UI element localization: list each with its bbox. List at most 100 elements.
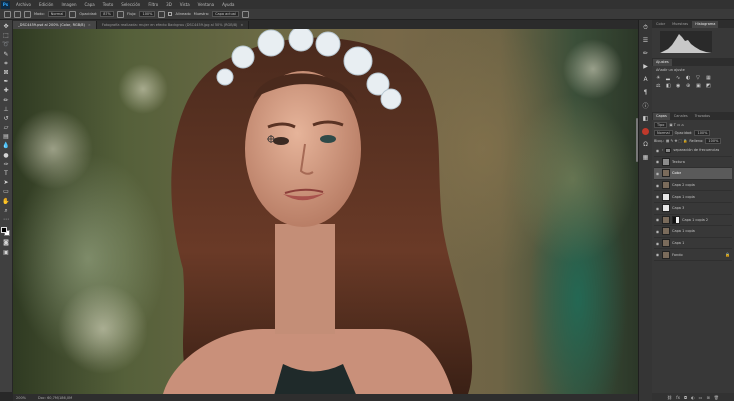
levels-icon[interactable]: ▂ — [666, 76, 671, 81]
document-canvas[interactable] — [13, 29, 638, 394]
swatches-panel-icon[interactable]: ▦ — [642, 154, 649, 161]
layer-row-background[interactable]: ◉ Fondo 🔒 — [654, 249, 732, 261]
fill-field[interactable]: 100% — [705, 138, 722, 144]
layer-row-selected[interactable]: ◉ Color — [654, 168, 732, 180]
visibility-eye-icon[interactable]: ◉ — [655, 252, 660, 257]
layer-row-group[interactable]: ◉ › separación de frecuencias — [654, 145, 732, 157]
menu-ventana[interactable]: Ventana — [194, 2, 218, 7]
lock-icons[interactable]: ▦ ✎ ✥ ⬚ 🔒 — [666, 139, 687, 143]
quick-mask-icon[interactable]: ◙ — [3, 239, 10, 246]
layer-row[interactable]: ◉ Capa 1 copia 2 — [654, 215, 732, 227]
aligned-checkbox[interactable] — [168, 12, 173, 16]
tab-color[interactable]: Color — [653, 21, 668, 28]
properties-panel-icon[interactable]: ☰ — [642, 37, 649, 44]
visibility-eye-icon[interactable]: ◉ — [655, 206, 660, 211]
healing-brush-tool-icon[interactable]: ✚ — [3, 87, 10, 94]
tab-ajustes[interactable]: Ajustes — [653, 58, 672, 66]
screen-mode-icon[interactable]: ▣ — [3, 249, 10, 256]
clone-stamp-preset-icon[interactable] — [4, 10, 11, 18]
menu-ayuda[interactable]: Ayuda — [218, 2, 238, 7]
opacity-field[interactable]: 87% — [100, 11, 114, 17]
lasso-tool-icon[interactable]: ➰ — [2, 41, 9, 48]
foreground-color-swatch[interactable] — [1, 227, 7, 234]
airbrush-icon[interactable] — [116, 10, 124, 18]
character-panel-icon[interactable]: A — [642, 76, 649, 83]
visibility-eye-icon[interactable]: ◉ — [655, 229, 660, 234]
layer-mask-thumbnail[interactable] — [672, 215, 680, 224]
eyedropper-tool-icon[interactable]: ✒ — [3, 78, 10, 85]
history-brush-tool-icon[interactable]: ↺ — [3, 115, 10, 122]
eraser-tool-icon[interactable]: ▱ — [3, 124, 10, 131]
link-layers-icon[interactable]: ⛓ — [667, 395, 672, 400]
record-icon[interactable] — [642, 128, 649, 135]
zoom-tool-icon[interactable]: ⌕ — [3, 207, 10, 214]
blend-mode-select[interactable]: Normal — [654, 130, 673, 136]
move-tool-icon[interactable]: ✥ — [3, 23, 10, 30]
visibility-eye-icon[interactable]: ◉ — [655, 217, 660, 222]
delete-layer-icon[interactable]: 🗑 — [714, 395, 719, 400]
quick-selection-tool-icon[interactable]: ✎ — [3, 51, 10, 58]
more-tools-icon[interactable]: ⋯ — [3, 216, 10, 223]
channel-mixer-icon[interactable]: ⊕ — [686, 84, 691, 89]
visibility-eye-icon[interactable]: ◉ — [655, 241, 660, 246]
glyphs-panel-icon[interactable]: Ω — [642, 141, 649, 148]
clone-stamp-tool-icon[interactable]: ⊥ — [3, 106, 10, 113]
sample-select[interactable]: Capa actual — [212, 11, 239, 17]
history-panel-icon[interactable]: ⏱ — [642, 24, 649, 31]
menu-filtro[interactable]: Filtro — [144, 2, 162, 7]
document-tab[interactable]: Fotografía realizada: mujer en efecto Ba… — [96, 21, 250, 29]
type-tool-icon[interactable]: T — [3, 170, 10, 177]
layer-comps-icon[interactable]: ◧ — [642, 115, 649, 122]
brush-tool-icon[interactable]: ✏ — [3, 97, 10, 104]
exposure-icon[interactable]: ◐ — [686, 76, 691, 81]
menu-edicion[interactable]: Edición — [35, 2, 57, 7]
layer-row[interactable]: ◉ Capa 2 copia — [654, 180, 732, 192]
dodge-tool-icon[interactable]: ● — [3, 152, 10, 159]
visibility-eye-icon[interactable]: ◉ — [655, 171, 660, 176]
flow-field[interactable]: 100% — [139, 11, 156, 17]
layer-row[interactable]: ◉ Capa 1 — [654, 238, 732, 250]
layer-row[interactable]: ◉ Textura — [654, 157, 732, 169]
menu-archivo[interactable]: Archivo — [12, 2, 35, 7]
layer-row[interactable]: ◉ Capa 3 — [654, 203, 732, 215]
layer-row[interactable]: ◉ Capa 1 copia — [654, 226, 732, 238]
hue-saturation-icon[interactable]: ▦ — [706, 76, 711, 81]
tab-muestras[interactable]: Muestras — [669, 21, 691, 28]
tab-histograma[interactable]: Histograma — [692, 20, 719, 28]
color-balance-icon[interactable]: ⚖ — [656, 84, 661, 89]
marquee-tool-icon[interactable]: ⬚ — [3, 32, 10, 39]
document-tab-active[interactable]: _DSC4459.psd al 200% (Color, RGB/8) × — [13, 21, 97, 29]
layer-style-icon[interactable]: fx — [676, 395, 680, 400]
tab-canales[interactable]: Canales — [671, 113, 691, 120]
chevron-right-icon[interactable]: › — [662, 148, 663, 152]
visibility-eye-icon[interactable]: ◉ — [655, 194, 660, 199]
menu-seleccion[interactable]: Selección — [117, 2, 144, 7]
menu-imagen[interactable]: Imagen — [57, 2, 80, 7]
frame-tool-icon[interactable]: ⊠ — [3, 69, 10, 76]
layer-row[interactable]: ◉ Capa 1 copia — [654, 191, 732, 203]
brush-panel-icon[interactable]: ✏ — [642, 50, 649, 57]
brush-settings-icon[interactable] — [24, 10, 31, 18]
invert-icon[interactable]: ◩ — [706, 84, 711, 89]
menu-vista[interactable]: Vista — [176, 2, 194, 7]
menu-texto[interactable]: Texto — [99, 2, 118, 7]
tab-capas[interactable]: Capas — [653, 112, 670, 120]
black-white-icon[interactable]: ◧ — [666, 84, 671, 89]
ignore-adjustment-icon[interactable] — [241, 10, 249, 18]
new-layer-icon[interactable]: ⊞ — [706, 395, 709, 400]
blur-tool-icon[interactable]: 💧 — [2, 142, 9, 149]
add-mask-icon[interactable]: ◘ — [684, 395, 687, 400]
smoothing-icon[interactable] — [158, 10, 166, 18]
photo-filter-icon[interactable]: ◉ — [676, 84, 681, 89]
shape-tool-icon[interactable]: ▭ — [3, 188, 10, 195]
layer-kind-filter[interactable]: Tipo — [654, 122, 668, 128]
tab-trazados[interactable]: Trazados — [692, 113, 713, 120]
mode-select[interactable]: Normal — [47, 11, 67, 17]
pen-tool-icon[interactable]: ✑ — [3, 161, 10, 168]
close-icon[interactable]: × — [88, 23, 91, 27]
brush-size-icon[interactable] — [14, 10, 21, 18]
path-selection-tool-icon[interactable]: ➤ — [3, 179, 10, 186]
gradient-tool-icon[interactable]: ▤ — [3, 133, 10, 140]
color-lookup-icon[interactable]: ▣ — [696, 84, 701, 89]
vibrance-icon[interactable]: ▽ — [696, 76, 701, 81]
